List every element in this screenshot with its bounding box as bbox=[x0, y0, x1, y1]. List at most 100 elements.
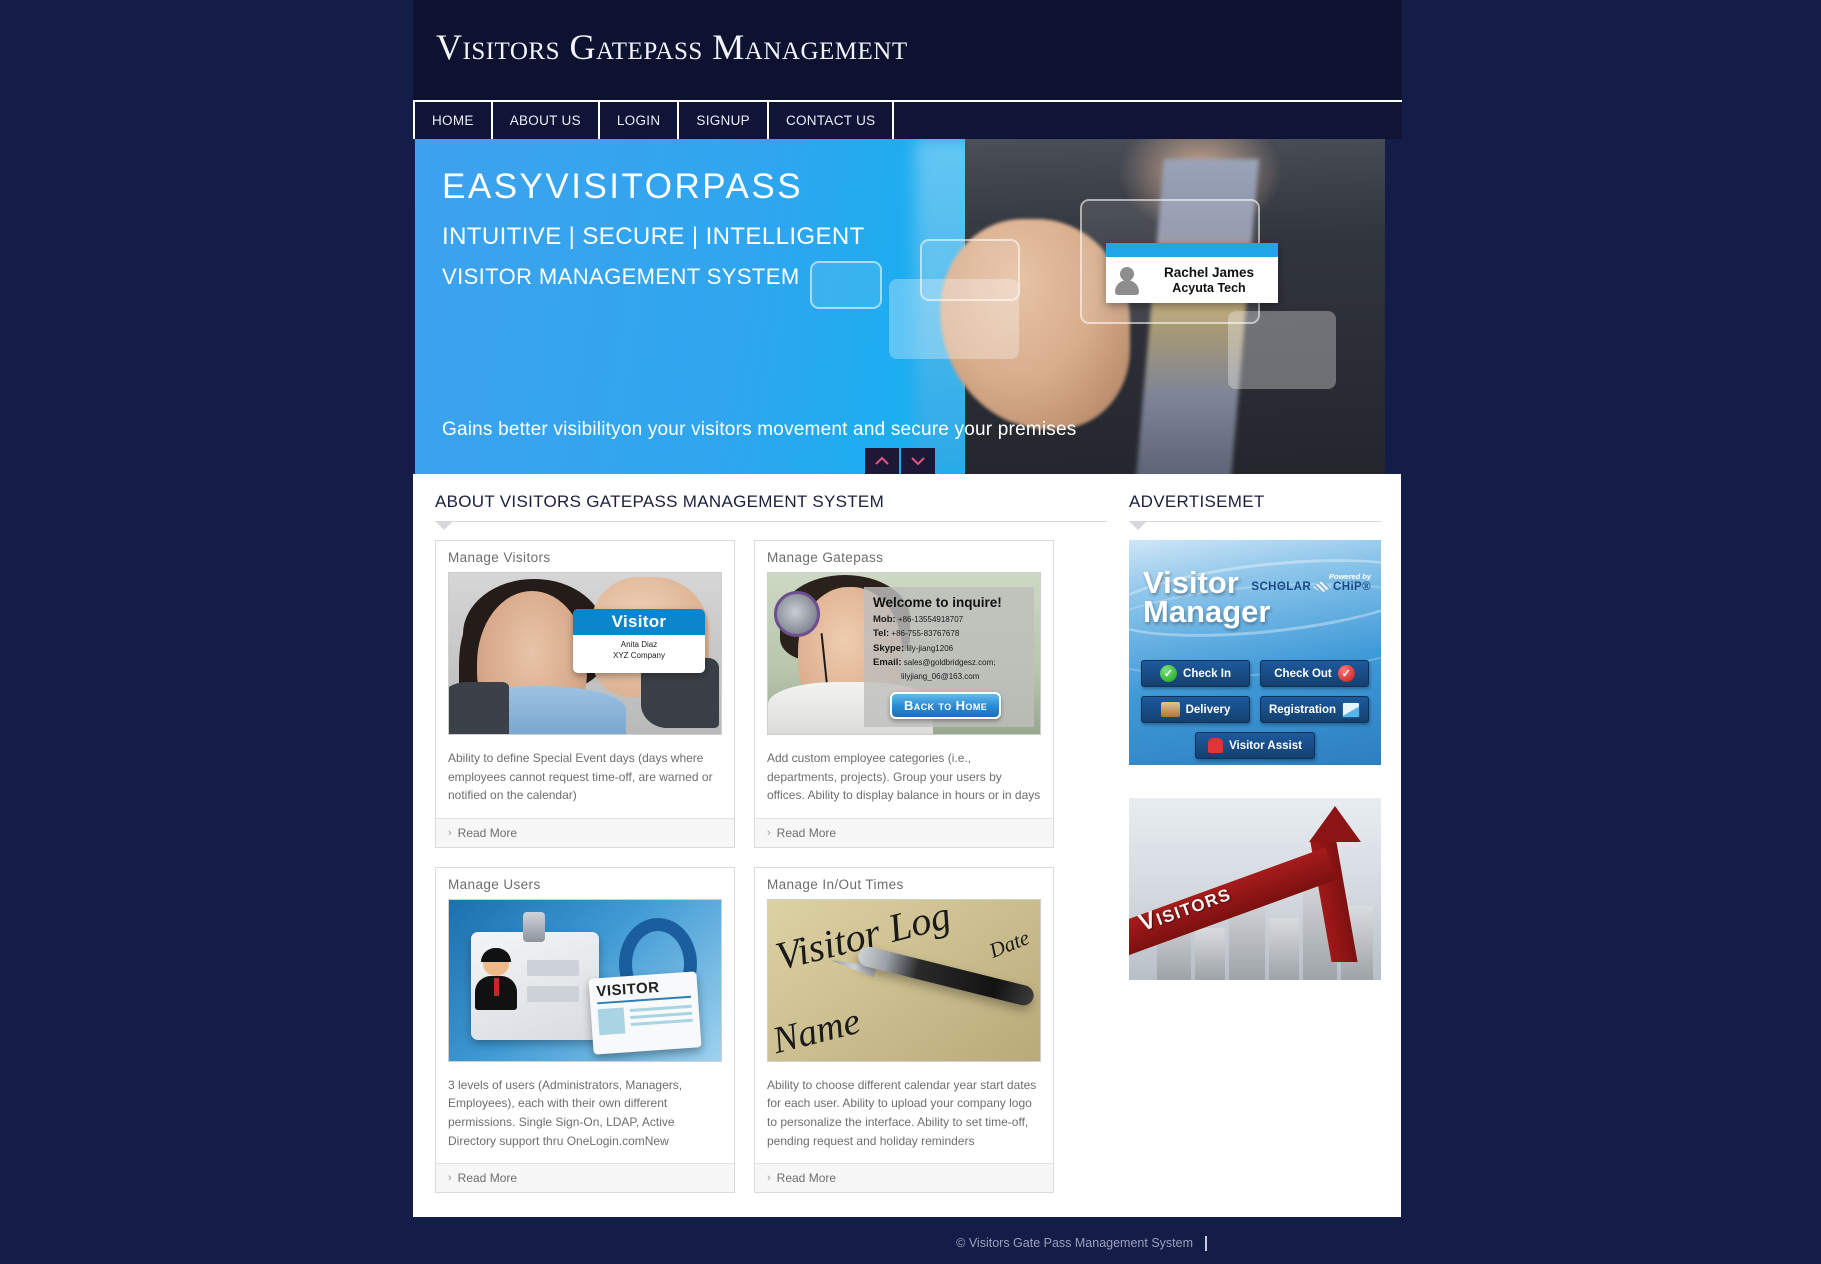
growth-arrow-head bbox=[1309, 806, 1361, 842]
email-value-2: lilyjiang_06@163.com bbox=[901, 671, 980, 681]
nav-item-signup[interactable]: SIGNUP bbox=[679, 102, 769, 139]
nav-item-contact-us[interactable]: CONTACT US bbox=[769, 102, 895, 139]
badge-name: Rachel James bbox=[1163, 265, 1255, 281]
chevron-right-icon: › bbox=[767, 826, 771, 839]
visitor-card-label: Visitor bbox=[573, 609, 705, 635]
card-title: Manage Visitors bbox=[448, 550, 551, 565]
card-description: Ability to choose different calendar yea… bbox=[767, 1077, 1037, 1148]
call-center-agent-image: Welcome to inquire! Mob: +86-13554918707… bbox=[767, 572, 1041, 735]
scholarchip-brand: SCHΘLAR CHiP® bbox=[1251, 581, 1371, 593]
glass-panel-5 bbox=[1228, 311, 1336, 389]
badge-body: Rachel James Acyuta Tech bbox=[1106, 257, 1278, 303]
hero-subtitle-2: VISITOR MANAGEMENT SYSTEM bbox=[442, 264, 800, 289]
inquire-panel: Welcome to inquire! Mob: +86-13554918707… bbox=[864, 587, 1034, 727]
nav-item-login[interactable]: LOGIN bbox=[600, 102, 680, 139]
card-description: Ability to define Special Event days (da… bbox=[448, 751, 713, 803]
ad-title-line-2: Manager bbox=[1143, 594, 1271, 630]
hero-banner: Rachel James Acyuta Tech EASYVISITORPASS… bbox=[415, 139, 1385, 474]
brand-part-2: CHiP® bbox=[1333, 581, 1371, 593]
badge-org: Acyuta Tech bbox=[1172, 280, 1246, 295]
read-more-link[interactable]: › Read More bbox=[755, 817, 1053, 847]
visitor-card-graphic: Visitor Anita Diaz XYZ Company bbox=[573, 609, 705, 673]
read-more-link[interactable]: › Read More bbox=[755, 1163, 1053, 1193]
feature-card[interactable]: Manage In/Out Times Visitor Log Date Nam… bbox=[754, 866, 1054, 1194]
check-in-button[interactable]: ✓ Check In bbox=[1141, 660, 1250, 687]
read-more-label: Read More bbox=[457, 825, 518, 840]
read-more-link[interactable]: › Read More bbox=[436, 817, 734, 847]
visitor-card-name: Anita Diaz bbox=[620, 640, 658, 649]
glass-panel-3 bbox=[889, 279, 1019, 359]
registration-label: Registration bbox=[1268, 703, 1337, 716]
registration-button[interactable]: Registration bbox=[1260, 696, 1369, 723]
page-title: Visitors Gatepass Management bbox=[436, 27, 908, 67]
headset-icon bbox=[774, 591, 820, 637]
sidebar-section-title: ADVERTISEMET bbox=[1129, 492, 1265, 511]
feature-card[interactable]: Manage Users VISITOR 3 levels of users (… bbox=[435, 866, 735, 1194]
chevron-up-icon bbox=[875, 456, 889, 465]
section-divider bbox=[435, 521, 1107, 530]
main-section-title: ABOUT VISITORS GATEPASS MANAGEMENT SYSTE… bbox=[435, 492, 885, 511]
main-column: ABOUT VISITORS GATEPASS MANAGEMENT SYSTE… bbox=[413, 474, 1113, 1194]
site-container: Visitors Gatepass Management HOME ABOUT … bbox=[413, 0, 1402, 1264]
slider-next-button[interactable] bbox=[901, 448, 935, 474]
read-more-label: Read More bbox=[776, 1171, 837, 1186]
id-badge-lanyard-image: VISITOR bbox=[448, 898, 722, 1062]
read-more-link[interactable]: › Read More bbox=[436, 1163, 734, 1193]
visitor-badge-label: VISITOR bbox=[595, 976, 692, 1005]
tel-label: Tel: bbox=[873, 628, 890, 639]
site-header: Visitors Gatepass Management bbox=[413, 0, 1402, 100]
package-box-icon bbox=[1160, 702, 1180, 717]
back-to-home-button[interactable]: Back to Home bbox=[890, 692, 1002, 719]
ledger-word-date: Date bbox=[985, 925, 1033, 963]
brand-part-1: SCHΘLAR bbox=[1251, 581, 1312, 593]
chevron-right-icon: › bbox=[448, 1172, 452, 1185]
diamond-logo-icon bbox=[1313, 581, 1332, 593]
delivery-button[interactable]: Delivery bbox=[1141, 696, 1250, 723]
read-more-label: Read More bbox=[776, 825, 837, 840]
skype-value: lily-jiang1206 bbox=[906, 643, 954, 653]
glass-panel-1 bbox=[810, 261, 882, 309]
hero-subtitle-1: INTUITIVE | SECURE | INTELLIGENT bbox=[442, 223, 865, 250]
chevron-down-icon bbox=[911, 457, 925, 466]
mob-label: Mob: bbox=[873, 613, 896, 625]
email-value-1: sales@goldbridgesz.com; bbox=[903, 658, 996, 667]
inquire-heading: Welcome to inquire! bbox=[873, 595, 1002, 610]
visitor-manager-ad[interactable]: Visitor Manager Powered by SCHΘLAR CHiP®… bbox=[1129, 540, 1381, 765]
visitors-growth-ad[interactable]: Visitors bbox=[1129, 798, 1381, 980]
badge-color-bar bbox=[1106, 243, 1278, 257]
email-label: Email: bbox=[873, 657, 902, 668]
visitor-assist-button[interactable]: Visitor Assist bbox=[1195, 732, 1315, 759]
skype-label: Skype: bbox=[873, 642, 905, 654]
feature-card[interactable]: Manage Visitors Visitor Anita Diaz XYZ C… bbox=[435, 540, 735, 848]
nav-item-about-us[interactable]: ABOUT US bbox=[493, 102, 600, 139]
chevron-right-icon: › bbox=[767, 1172, 771, 1185]
card-title: Manage Users bbox=[448, 876, 541, 892]
visitor-log-ledger-image: Visitor Log Date Name bbox=[767, 898, 1041, 1062]
sidebar-divider bbox=[1129, 521, 1381, 530]
woman-holding-visitor-card-image: Visitor Anita Diaz XYZ Company bbox=[448, 572, 722, 735]
read-more-label: Read More bbox=[457, 1171, 518, 1186]
tel-value: +86-755-83767678 bbox=[891, 629, 960, 638]
feature-card[interactable]: Manage Gatepass Welcome to inquire! Mob:… bbox=[754, 540, 1054, 848]
visitor-card-org: XYZ Company bbox=[612, 650, 666, 660]
slider-prev-button[interactable] bbox=[865, 448, 899, 474]
visitor-assist-label: Visitor Assist bbox=[1229, 739, 1302, 752]
chevron-right-icon: › bbox=[448, 826, 452, 839]
avatar bbox=[1114, 265, 1140, 295]
hero-title: EASYVISITORPASS bbox=[442, 167, 804, 206]
main-navigation: HOME ABOUT US LOGIN SIGNUP CONTACT US bbox=[413, 100, 1402, 139]
advertisement-sidebar: ADVERTISEMET Visitor Manager Powered by … bbox=[1113, 474, 1381, 1193]
site-footer: © Visitors Gate Pass Management System bbox=[0, 1222, 1821, 1264]
visitor-badge-graphic: VISITOR bbox=[588, 971, 702, 1055]
check-in-label: Check In bbox=[1183, 667, 1231, 680]
badge-text: Rachel James Acyuta Tech bbox=[1146, 265, 1272, 295]
card-description: 3 levels of users (Administrators, Manag… bbox=[448, 1077, 683, 1148]
card-title: Manage Gatepass bbox=[767, 550, 884, 565]
hero-id-badge: Rachel James Acyuta Tech bbox=[1106, 243, 1278, 303]
check-out-button[interactable]: Check Out ✓ bbox=[1260, 660, 1369, 687]
card-description: Add custom employee categories (i.e., de… bbox=[767, 751, 1041, 803]
nav-item-home[interactable]: HOME bbox=[413, 102, 493, 139]
card-title: Manage In/Out Times bbox=[767, 876, 904, 892]
registration-form-icon bbox=[1342, 701, 1361, 718]
content-area: ABOUT VISITORS GATEPASS MANAGEMENT SYSTE… bbox=[413, 474, 1401, 1218]
